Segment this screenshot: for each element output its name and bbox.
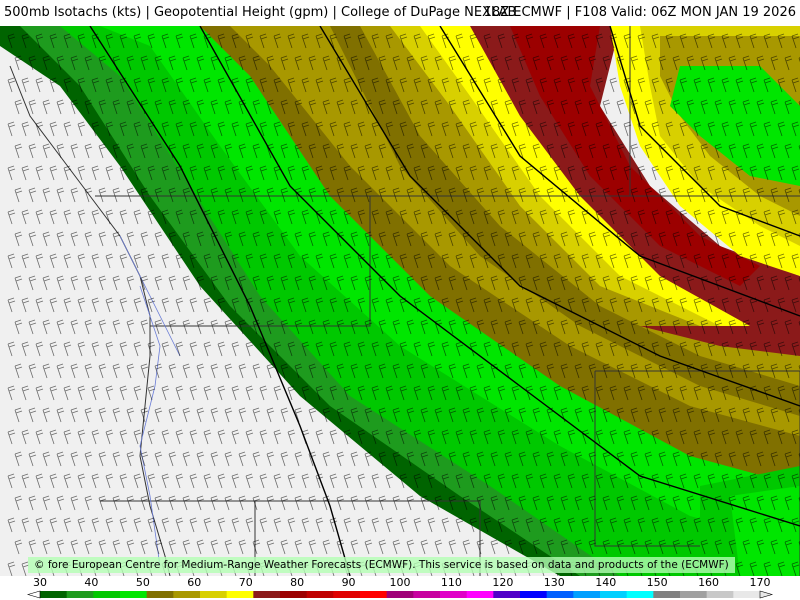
legend-label: 80 — [290, 576, 304, 589]
copyright-notice: © fore European Centre for Medium-Range … — [28, 557, 735, 573]
legend-label: 90 — [342, 576, 356, 589]
legend-swatch — [626, 591, 654, 598]
legend-label: 70 — [239, 576, 253, 589]
legend-swatch — [253, 591, 281, 598]
legend-label: 40 — [84, 576, 98, 589]
legend-swatch — [413, 591, 441, 598]
legend-swatch — [226, 591, 254, 598]
legend-label: 170 — [750, 576, 771, 589]
legend-swatch — [120, 591, 148, 598]
legend-swatch — [600, 591, 628, 598]
legend-swatch — [173, 591, 201, 598]
legend-swatch — [466, 591, 494, 598]
map-header: 500mb Isotachs (kts) | Geopotential Heig… — [0, 0, 800, 26]
legend-swatch — [306, 591, 334, 598]
legend-label: 50 — [136, 576, 150, 589]
legend-swatch — [520, 591, 548, 598]
legend-label: 140 — [595, 576, 616, 589]
legend-swatch — [360, 591, 388, 598]
legend-labels: 30 40 50 60 70 80 90 100 110 120 130 140 150 160 170 — [33, 576, 771, 589]
legend-swatch — [493, 591, 521, 598]
legend-swatch — [546, 591, 574, 598]
product-title: 500mb Isotachs (kts) | Geopotential Heig… — [4, 5, 517, 20]
legend-label: 150 — [647, 576, 668, 589]
legend-swatch — [93, 591, 121, 598]
legend-swatch — [440, 591, 468, 598]
legend-swatch — [680, 591, 708, 598]
legend-arrow-right — [759, 590, 774, 599]
legend-label: 130 — [544, 576, 565, 589]
legend-label: 60 — [187, 576, 201, 589]
valid-time: 18Z ECMWF | F108 Valid: 06Z MON JAN 19 2… — [483, 5, 796, 20]
legend-arrow-left — [26, 590, 41, 599]
legend-swatch — [386, 591, 414, 598]
legend-swatch — [280, 591, 308, 598]
color-legend: 30 40 50 60 70 80 90 100 110 120 130 140 150 160 170 — [26, 576, 774, 599]
legend-label: 30 — [33, 576, 47, 589]
legend-swatch — [146, 591, 174, 598]
legend-label: 110 — [441, 576, 462, 589]
legend-swatch — [706, 591, 734, 598]
legend-swatch — [66, 591, 94, 598]
legend-swatch — [200, 591, 228, 598]
legend-label: 120 — [492, 576, 513, 589]
legend-label: 100 — [390, 576, 411, 589]
legend-swatch — [733, 591, 761, 598]
legend-swatch — [653, 591, 681, 598]
legend-swatches — [26, 590, 774, 599]
legend-swatch — [333, 591, 361, 598]
legend-swatch — [40, 591, 68, 598]
isotach-map — [0, 26, 800, 576]
legend-label: 160 — [698, 576, 719, 589]
legend-swatch — [573, 591, 601, 598]
